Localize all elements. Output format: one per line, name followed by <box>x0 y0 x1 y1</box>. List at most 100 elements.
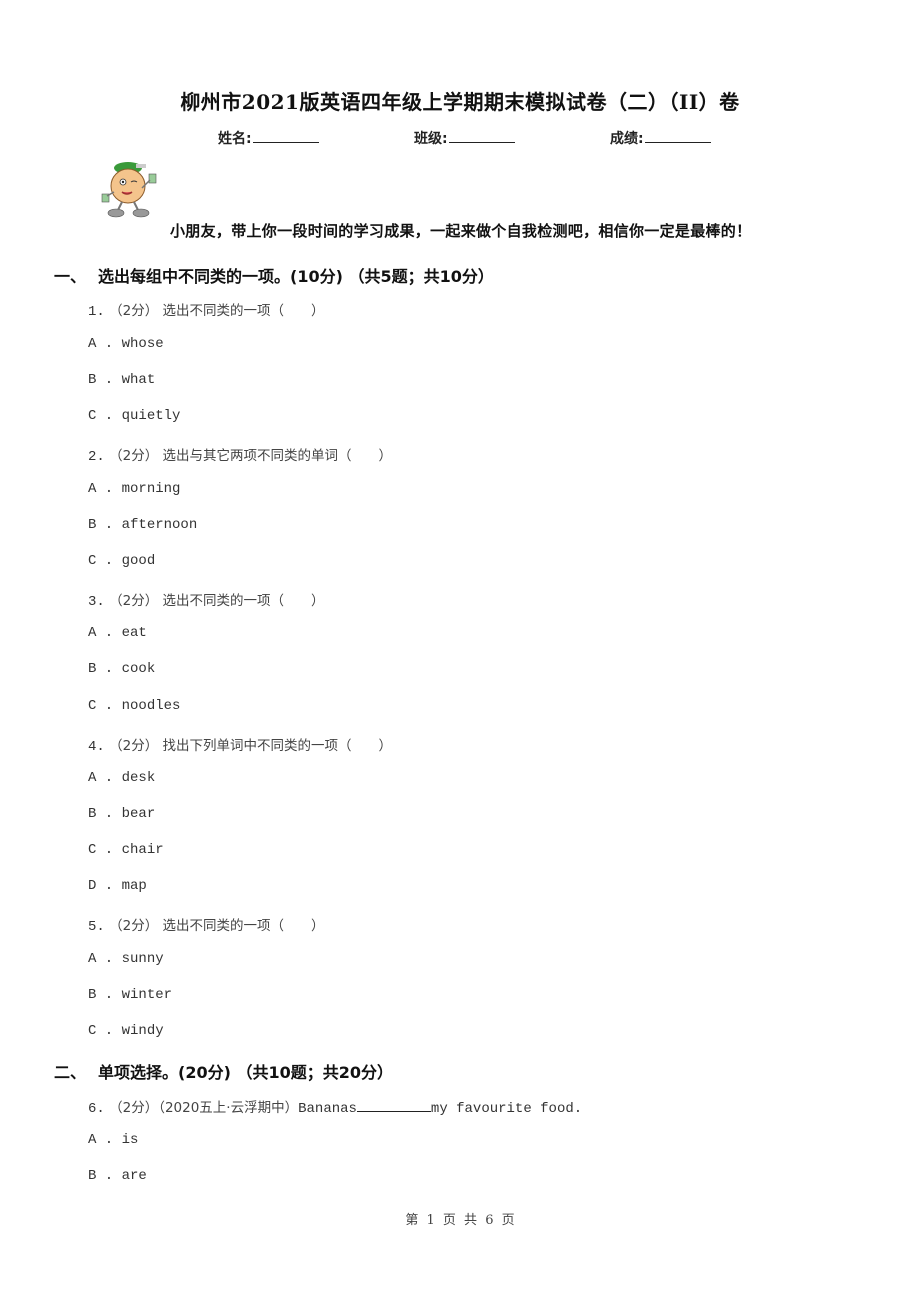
option-text: chair <box>121 842 164 858</box>
page-title: 柳州市2021版英语四年级上学期期末模拟试卷（二）（II）卷 <box>180 90 740 114</box>
question-prompt: 选出不同类的一项（ ） <box>162 918 325 934</box>
question-prompt-after: my favourite food. <box>430 1101 583 1117</box>
question-3: 3. （2分） 选出不同类的一项（ ） <box>88 589 325 610</box>
option-letter: B <box>88 1168 97 1184</box>
question-score: （2分） <box>109 448 159 464</box>
option-3b[interactable]: B . cook <box>88 661 155 677</box>
greeting-text: 小朋友，带上你一段时间的学习成果，一起来做个自我检测吧，相信你一定是最棒的！ <box>170 222 752 240</box>
option-letter: A <box>88 770 97 786</box>
class-blank[interactable] <box>448 128 515 143</box>
name-blank[interactable] <box>252 128 319 143</box>
option-text: cook <box>121 661 156 677</box>
option-4d[interactable]: D . map <box>88 878 147 894</box>
section-title: 单项选择。(20分) （共10题；共20分） <box>98 1063 393 1082</box>
question-source: （2020五上·云浮期中） <box>158 1100 299 1116</box>
option-letter: A <box>88 481 97 497</box>
option-2b[interactable]: B . afternoon <box>88 517 197 533</box>
option-letter: B <box>88 661 97 677</box>
option-text: windy <box>121 1023 164 1039</box>
score-blank[interactable] <box>644 128 711 143</box>
question-number: 3. <box>88 594 105 610</box>
question-1: 1. （2分） 选出不同类的一项（ ） <box>88 299 325 320</box>
page-number-footer: 第 1 页 共 6 页 <box>405 1213 515 1228</box>
option-letter: B <box>88 372 97 388</box>
question-number: 1. <box>88 304 105 320</box>
option-text: afternoon <box>121 517 198 533</box>
section-number: 二、 <box>54 1063 87 1082</box>
option-4a[interactable]: A . desk <box>88 770 155 786</box>
option-5c[interactable]: C . windy <box>88 1023 164 1039</box>
option-2a[interactable]: A . morning <box>88 481 180 497</box>
option-1c[interactable]: C . quietly <box>88 408 180 424</box>
option-5b[interactable]: B . winter <box>88 987 172 1003</box>
option-letter: A <box>88 625 97 641</box>
answer-blank[interactable] <box>356 1098 431 1112</box>
question-score: （2分） <box>109 1100 159 1116</box>
option-text: are <box>121 1168 147 1184</box>
option-3a[interactable]: A . eat <box>88 625 147 641</box>
option-3c[interactable]: C . noodles <box>88 698 180 714</box>
question-number: 2. <box>88 449 105 465</box>
option-text: morning <box>121 481 181 497</box>
option-letter: C <box>88 698 97 714</box>
option-letter: C <box>88 842 97 858</box>
option-text: what <box>121 372 156 388</box>
question-2: 2. （2分） 选出与其它两项不同类的单词（ ） <box>88 444 392 465</box>
question-number: 5. <box>88 919 105 935</box>
option-6a[interactable]: A . is <box>88 1132 138 1148</box>
section-number: 一、 <box>54 267 87 286</box>
option-1b[interactable]: B . what <box>88 372 155 388</box>
option-4b[interactable]: B . bear <box>88 806 155 822</box>
option-5a[interactable]: A . sunny <box>88 951 164 967</box>
option-text: winter <box>121 987 173 1003</box>
option-text: bear <box>121 806 156 822</box>
score-field: 成绩: <box>610 128 711 148</box>
question-prompt: 选出与其它两项不同类的单词（ ） <box>162 448 393 464</box>
cartoon-mascot-icon <box>101 162 157 218</box>
question-prompt-before: Bananas <box>298 1101 357 1117</box>
option-letter: C <box>88 408 97 424</box>
section-2-header: 二、 单项选择。(20分) （共10题；共20分） <box>54 1059 393 1083</box>
question-4: 4. （2分） 找出下列单词中不同类的一项（ ） <box>88 734 392 755</box>
option-letter: D <box>88 878 97 894</box>
option-text: good <box>121 553 156 569</box>
question-5: 5. （2分） 选出不同类的一项（ ） <box>88 914 325 935</box>
option-letter: C <box>88 1023 97 1039</box>
option-letter: B <box>88 806 97 822</box>
option-letter: A <box>88 1132 97 1148</box>
option-text: whose <box>121 336 164 352</box>
option-letter: C <box>88 553 97 569</box>
option-letter: B <box>88 517 97 533</box>
section-1-header: 一、 选出每组中不同类的一项。(10分) （共5题；共10分） <box>54 263 494 287</box>
question-score: （2分） <box>109 738 159 754</box>
option-text: sunny <box>121 951 164 967</box>
exam-page: 柳州市2021版英语四年级上学期期末模拟试卷（二）（II）卷 姓名: 班级: 成… <box>0 0 920 1302</box>
option-text: eat <box>121 625 147 641</box>
name-field: 姓名: <box>218 128 319 148</box>
question-number: 6. <box>88 1101 105 1117</box>
option-text: noodles <box>121 698 181 714</box>
option-text: quietly <box>121 408 181 424</box>
question-6: 6. （2分）（2020五上·云浮期中）Bananas my favourite … <box>88 1096 582 1117</box>
option-4c[interactable]: C . chair <box>88 842 164 858</box>
section-title: 选出每组中不同类的一项。(10分) （共5题；共10分） <box>98 267 494 286</box>
question-prompt: 选出不同类的一项（ ） <box>162 593 325 609</box>
option-6b[interactable]: B . are <box>88 1168 147 1184</box>
option-text: desk <box>121 770 156 786</box>
option-1a[interactable]: A . whose <box>88 336 164 352</box>
class-label: 班级: <box>414 131 448 147</box>
option-letter: A <box>88 951 97 967</box>
question-number: 4. <box>88 739 105 755</box>
name-label: 姓名: <box>218 131 252 147</box>
class-field: 班级: <box>414 128 515 148</box>
question-score: （2分） <box>109 303 159 319</box>
option-text: is <box>121 1132 139 1148</box>
option-2c[interactable]: C . good <box>88 553 155 569</box>
question-prompt: 找出下列单词中不同类的一项（ ） <box>162 738 393 754</box>
question-score: （2分） <box>109 593 159 609</box>
option-letter: A <box>88 336 97 352</box>
score-label: 成绩: <box>610 131 644 147</box>
question-prompt: 选出不同类的一项（ ） <box>162 303 325 319</box>
option-text: map <box>121 878 147 894</box>
option-letter: B <box>88 987 97 1003</box>
